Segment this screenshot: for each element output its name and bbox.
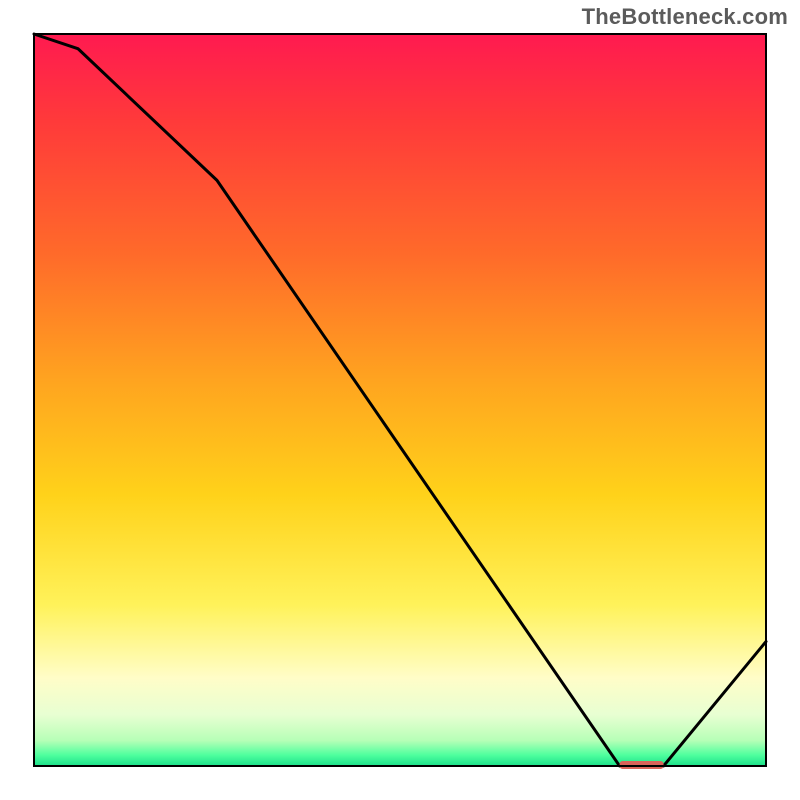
gradient-background xyxy=(34,34,766,766)
chart-container: TheBottleneck.com xyxy=(0,0,800,800)
bottleneck-chart xyxy=(0,0,800,800)
